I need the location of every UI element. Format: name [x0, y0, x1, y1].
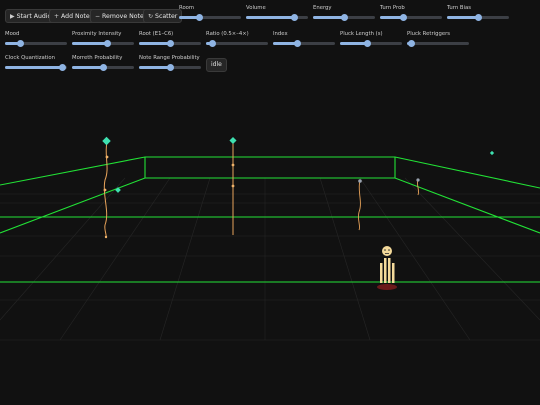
- note-marker[interactable]: [489, 150, 495, 156]
- start-audio-label: Start Audio: [16, 13, 52, 20]
- turn-prob-label: Turn Prob: [380, 5, 405, 11]
- pluck-retriggers-label: Pluck Retriggers: [407, 31, 451, 37]
- room-box: [0, 156, 540, 283]
- play-icon: ▶: [10, 13, 15, 20]
- index-label: Index: [273, 31, 288, 37]
- volume-label: Volume: [246, 5, 266, 11]
- note-range-probability-label: Note Range Probability: [139, 55, 200, 61]
- string-3[interactable]: [357, 179, 362, 231]
- plus-icon: +: [54, 13, 60, 20]
- mood-slider[interactable]: [17, 40, 24, 47]
- ratio-label: Ratio (0.5×–4×): [206, 31, 249, 37]
- morreth-probability-label: Morreth Probability: [72, 55, 123, 61]
- pluck-length-label: Pluck Length (s): [340, 31, 383, 37]
- pluck-length-slider[interactable]: [364, 40, 372, 47]
- volume-slider[interactable]: [290, 14, 298, 21]
- agent-figure[interactable]: [377, 246, 397, 290]
- add-note-label: Add Note: [61, 13, 90, 20]
- scatter-icon: ↻: [148, 13, 154, 20]
- index-slider[interactable]: [294, 40, 302, 47]
- add-note-button[interactable]: + Add Note: [49, 9, 95, 23]
- remove-note-button[interactable]: − Remove Note: [90, 9, 149, 23]
- turn-bias-label: Turn Bias: [447, 5, 472, 11]
- ratio-slider[interactable]: [208, 40, 216, 47]
- scatter-button[interactable]: ↻ Scatter: [143, 9, 183, 23]
- mood-label: Mood: [5, 31, 20, 37]
- proximity-intensity-label: Proximity Intensity: [72, 31, 122, 37]
- pluck-retriggers-slider[interactable]: [407, 40, 415, 47]
- note-marker[interactable]: [102, 136, 111, 146]
- room-label: Room: [179, 5, 195, 11]
- proximity-intensity-slider[interactable]: [104, 40, 112, 47]
- string-2[interactable]: [229, 136, 237, 235]
- scatter-label: Scatter: [155, 13, 178, 20]
- note-range-probability-slider[interactable]: [166, 64, 174, 71]
- root-label: Root (E1–C6): [139, 31, 174, 37]
- turn-bias-slider[interactable]: [474, 14, 482, 21]
- string-1[interactable]: [102, 136, 111, 239]
- clock-quantization-slider[interactable]: [58, 64, 66, 71]
- minus-icon: −: [95, 13, 101, 20]
- energy-slider[interactable]: [340, 14, 348, 21]
- energy-label: Energy: [313, 5, 332, 11]
- turn-prob-slider[interactable]: [400, 14, 408, 21]
- room-slider[interactable]: [195, 14, 203, 21]
- note-marker[interactable]: [229, 136, 237, 145]
- remove-note-label: Remove Note: [102, 13, 144, 20]
- morreth-probability-slider[interactable]: [99, 64, 107, 71]
- root-slider[interactable]: [166, 40, 174, 47]
- clock-quantization-label: Clock Quantization: [5, 55, 55, 61]
- control-panel: ▶ Start Audio + Add Note − Remove Note ↻ Sca…: [0, 0, 540, 80]
- status-badge: idle: [206, 58, 227, 72]
